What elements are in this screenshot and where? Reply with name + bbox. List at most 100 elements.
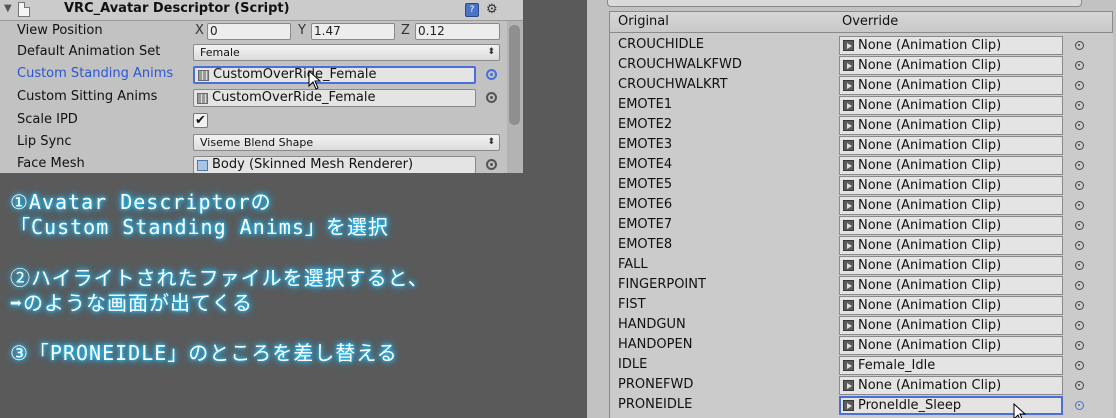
override-clip-field[interactable]: None (Animation Clip) [839,156,1063,175]
default-animation-set-row: Default Animation Set Female ⬍ [0,42,505,64]
panel-top-edge [607,0,1082,7]
override-clip-field[interactable]: None (Animation Clip) [839,96,1063,115]
override-clip-field[interactable]: None (Animation Clip) [839,316,1063,335]
object-picker-icon[interactable] [1075,281,1084,290]
object-picker-icon[interactable] [1075,301,1084,310]
object-picker-icon[interactable] [1075,101,1084,110]
object-picker-icon[interactable] [1075,41,1084,50]
override-original-name: PRONEIDLE [618,397,693,412]
override-original-name: CROUCHWALKRT [618,77,728,92]
override-row: EMOTE5 None (Animation Clip) [610,175,1114,195]
view-position-y-field[interactable]: 1.47 [311,23,395,40]
custom-sitting-anims-row: Custom Sitting Anims CustomOverRide_Fema… [0,87,505,109]
override-clip-field[interactable]: None (Animation Clip) [839,276,1063,295]
custom-standing-anims-value: CustomOverRide_Female [213,67,377,82]
object-picker-icon[interactable] [486,69,497,80]
animation-clip-icon [843,200,854,211]
object-picker-icon[interactable] [1075,381,1084,390]
object-picker-icon[interactable] [1075,221,1084,230]
face-mesh-field[interactable]: Body (Skinned Mesh Renderer) [193,156,476,173]
object-picker-icon[interactable] [1075,181,1084,190]
override-clip-field[interactable]: None (Animation Clip) [839,336,1063,355]
column-override: Override [842,14,899,29]
object-picker-icon[interactable] [1075,161,1084,170]
object-picker-icon[interactable] [1075,61,1084,70]
script-icon [18,2,30,17]
override-clip-field[interactable]: ProneIdle_Sleep [839,396,1063,415]
object-picker-icon[interactable] [1075,361,1084,370]
object-picker-icon[interactable] [1075,241,1084,250]
animation-clip-icon [843,400,854,411]
object-picker-icon[interactable] [1075,261,1084,270]
custom-standing-anims-label: Custom Standing Anims [17,66,174,81]
animation-clip-icon [843,320,854,331]
override-row: EMOTE8 None (Animation Clip) [610,235,1114,255]
override-row: HANDOPEN None (Animation Clip) [610,335,1114,355]
override-clip-value: None (Animation Clip) [858,198,1002,213]
view-position-z-field[interactable]: 0.12 [415,23,500,40]
animation-clip-icon [843,160,854,171]
override-clip-value: None (Animation Clip) [858,338,1002,353]
view-position-x-field[interactable]: 0 [207,23,291,40]
object-picker-icon[interactable] [1075,341,1084,350]
override-clip-field[interactable]: None (Animation Clip) [839,56,1063,75]
override-clip-field[interactable]: None (Animation Clip) [839,176,1063,195]
override-original-name: EMOTE8 [618,237,673,252]
object-picker-icon[interactable] [486,159,497,170]
component-header[interactable]: ▼ VRC_Avatar Descriptor (Script) ? ⚙ [0,0,523,21]
object-picker-icon[interactable] [1075,121,1084,130]
help-icon[interactable]: ? [465,3,479,17]
override-original-name: CROUCHIDLE [618,37,705,52]
override-clip-value: None (Animation Clip) [858,298,1002,313]
custom-sitting-anims-label: Custom Sitting Anims [17,89,158,104]
override-clip-field[interactable]: None (Animation Clip) [839,196,1063,215]
gear-icon[interactable]: ⚙ [486,3,500,17]
override-row: CROUCHWALKFWD None (Animation Clip) [610,55,1114,75]
override-clip-field[interactable]: None (Animation Clip) [839,236,1063,255]
override-clip-field[interactable]: None (Animation Clip) [839,296,1063,315]
default-animation-set-dropdown[interactable]: Female ⬍ [193,44,500,61]
override-clip-field[interactable]: Female_Idle [839,356,1063,375]
animation-clip-icon [843,40,854,51]
custom-standing-anims-field[interactable]: CustomOverRide_Female [193,66,476,84]
foldout-arrow-icon[interactable]: ▼ [4,3,12,14]
view-position-label: View Position [17,23,103,38]
override-original-name: FINGERPOINT [618,277,706,292]
animation-clip-icon [843,80,854,91]
custom-sitting-anims-field[interactable]: CustomOverRide_Female [193,89,476,107]
scrollbar-thumb[interactable] [509,25,520,125]
override-clip-value: None (Animation Clip) [858,78,1002,93]
scale-ipd-row: Scale IPD ✔ [0,110,505,132]
override-clip-value: Female_Idle [858,358,936,373]
object-picker-icon[interactable] [1075,201,1084,210]
animation-clip-icon [843,260,854,271]
skinned-mesh-icon [197,160,208,171]
face-mesh-value: Body (Skinned Mesh Renderer) [212,157,414,172]
override-clip-field[interactable]: None (Animation Clip) [839,136,1063,155]
object-picker-icon[interactable] [1075,401,1084,410]
override-clip-value: None (Animation Clip) [858,238,1002,253]
inspector-scrollbar[interactable] [507,21,523,173]
override-clip-field[interactable]: None (Animation Clip) [839,76,1063,95]
override-original-name: EMOTE2 [618,117,673,132]
override-clip-field[interactable]: None (Animation Clip) [839,256,1063,275]
lip-sync-dropdown[interactable]: Viseme Blend Shape ⬍ [193,134,500,151]
override-clip-field[interactable]: None (Animation Clip) [839,36,1063,55]
override-clip-field[interactable]: None (Animation Clip) [839,116,1063,135]
object-picker-icon[interactable] [486,92,497,103]
override-original-name: FIST [618,297,646,312]
override-clip-field[interactable]: None (Animation Clip) [839,216,1063,235]
override-original-name: EMOTE1 [618,97,673,112]
y-axis-label: Y [298,23,306,38]
avatar-descriptor-inspector: ▼ VRC_Avatar Descriptor (Script) ? ⚙ Vie… [0,0,523,173]
override-row: CROUCHIDLE None (Animation Clip) [610,35,1114,55]
override-row: FIST None (Animation Clip) [610,295,1114,315]
override-clip-field[interactable]: None (Animation Clip) [839,376,1063,395]
animation-override-panel: Original Override CROUCHIDLE None (Animat… [587,0,1116,418]
object-picker-icon[interactable] [1075,141,1084,150]
override-row: PRONEIDLE ProneIdle_Sleep [610,395,1114,415]
object-picker-icon[interactable] [1075,321,1084,330]
scale-ipd-checkbox[interactable]: ✔ [193,113,208,128]
animation-clip-icon [843,180,854,191]
object-picker-icon[interactable] [1075,81,1084,90]
